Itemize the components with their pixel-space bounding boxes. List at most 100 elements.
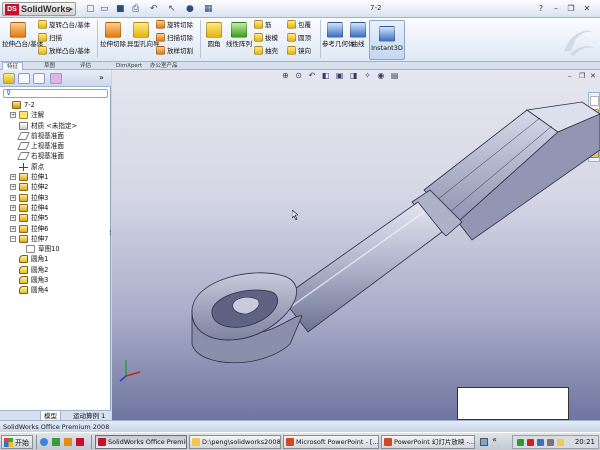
powerpoint-icon [286, 438, 294, 446]
tree-item[interactable]: − 拉伸7 [0, 234, 111, 244]
wrap-button[interactable]: 包覆 [287, 20, 311, 31]
hole-wizard-button[interactable]: 异型孔向导 [127, 22, 160, 48]
close-icon[interactable]: ✕ [581, 3, 593, 14]
dome-icon [287, 33, 296, 42]
tree-item[interactable]: 上视基准面 [0, 141, 111, 151]
swept-cut-button[interactable]: 扫描切除 [156, 33, 193, 44]
mirror-button[interactable]: 镜向 [287, 46, 311, 57]
taskbar-window-solidworks[interactable]: SolidWorks Office Premiu... [95, 435, 187, 449]
tree-item[interactable]: + 注解 [0, 110, 111, 120]
reference-geometry-icon [327, 22, 343, 38]
select-icon[interactable]: ↖ [168, 3, 176, 15]
tab-dimxpert[interactable]: DimXpert [112, 62, 146, 70]
graphics-area[interactable]: ⊕ ⊙ ↶ ◧ ▣ ◨ ✧ ◉ ▤ – ❐ ✕ [112, 70, 600, 420]
reference-geometry-button[interactable]: 参考几何体 [322, 22, 355, 48]
volume-icon[interactable] [537, 439, 544, 446]
quick-launch-media-icon[interactable] [64, 438, 72, 446]
tree-item[interactable]: 圆角1 [0, 254, 111, 264]
tree-item[interactable]: 材质 <未指定> [0, 121, 111, 131]
options-icon[interactable]: ▦ [204, 3, 213, 15]
help-icon[interactable]: ? [535, 3, 547, 14]
new-document-icon[interactable]: ▢ [86, 3, 95, 15]
collapse-icon[interactable]: − [10, 235, 16, 242]
feature-manager-tab-icon[interactable] [3, 73, 15, 84]
expand-icon[interactable]: + [10, 184, 16, 191]
start-button[interactable]: 开始 [1, 435, 33, 449]
restore-icon[interactable]: ❐ [565, 3, 577, 14]
tree-item[interactable]: 原点 [0, 162, 111, 172]
tray-app-icon[interactable] [557, 439, 564, 446]
tree-item[interactable]: + 拉伸3 [0, 193, 111, 203]
tree-item[interactable]: 7-2 [0, 100, 111, 110]
expand-icon[interactable]: + [10, 194, 16, 201]
dome-button[interactable]: 圆顶 [287, 33, 311, 44]
extruded-boss-button[interactable]: 拉伸凸台/基体 [2, 22, 43, 48]
tree-item[interactable]: 圆角4 [0, 285, 111, 295]
quick-launch-ie-icon[interactable] [40, 438, 48, 446]
tab-evaluate[interactable]: 评估 [76, 62, 95, 70]
extruded-cut-button[interactable]: 拉伸切除 [100, 22, 126, 48]
print-icon[interactable]: ⎙ [132, 3, 139, 15]
expand-icon[interactable]: + [10, 174, 16, 181]
taskbar-expand-icon[interactable]: « [492, 435, 497, 444]
extrude-icon [19, 173, 28, 182]
wrench-model[interactable] [112, 70, 600, 420]
language-bar-icon[interactable] [480, 438, 488, 446]
tree-filter-input[interactable]: ⊽ [3, 89, 108, 98]
part-icon [12, 101, 21, 109]
tree-item[interactable]: 草图10 [0, 244, 111, 254]
input-method-icon[interactable] [547, 439, 554, 446]
draft-button[interactable]: 拔模 [254, 33, 278, 44]
taskbar-window-slideshow[interactable]: PowerPoint 幻灯片放映 -... [381, 435, 475, 449]
fillet-button[interactable]: 圆角 [203, 22, 225, 48]
property-manager-tab-icon[interactable] [18, 73, 30, 84]
lofted-cut-button[interactable]: 放样切割 [156, 46, 193, 57]
tab-sketch[interactable]: 草图 [40, 62, 59, 70]
taskbar-window-powerpoint[interactable]: Microsoft PowerPoint - [... [283, 435, 379, 449]
tree-item[interactable]: + 拉伸1 [0, 172, 111, 182]
taskbar-window-folder[interactable]: D:\peng\solidworks2008 [189, 435, 281, 449]
security-icon[interactable] [527, 439, 534, 446]
network-icon[interactable] [517, 439, 524, 446]
rebuild-icon[interactable]: ● [186, 3, 194, 15]
lofted-boss-button[interactable]: 放样凸台/基体 [38, 46, 90, 57]
revolved-boss-button[interactable]: 旋转凸台/基体 [38, 20, 90, 31]
tree-item[interactable]: + 拉伸2 [0, 182, 111, 192]
revolved-cut-button[interactable]: 旋转切除 [156, 20, 193, 31]
curves-button[interactable]: 曲线 [349, 22, 367, 48]
rib-button[interactable]: 筋 [254, 20, 272, 31]
configuration-manager-tab-icon[interactable] [33, 73, 45, 84]
expand-icon[interactable]: + [10, 215, 16, 222]
origin-icon [19, 162, 28, 171]
tree-item[interactable]: 圆角2 [0, 265, 111, 275]
expand-panel-icon[interactable]: » [99, 73, 104, 82]
fillet-icon [206, 22, 222, 38]
swept-boss-button[interactable]: 扫描 [38, 33, 62, 44]
open-icon[interactable]: ▭ [100, 3, 109, 15]
minimize-icon[interactable]: – [550, 3, 562, 14]
tab-office-products[interactable]: 办公室产品 [146, 62, 182, 70]
save-icon[interactable]: ■ [116, 3, 125, 15]
instant3d-button[interactable]: Instant3D [369, 20, 405, 60]
expand-icon[interactable]: + [10, 204, 16, 211]
lofted-boss-icon [38, 46, 47, 55]
solidworks-menu-button[interactable]: DS SolidWorks ▸ [2, 2, 76, 16]
dimxpert-manager-tab-icon[interactable] [50, 73, 62, 84]
expand-icon[interactable]: + [10, 225, 16, 232]
shell-button[interactable]: 抽壳 [254, 46, 278, 57]
linear-pattern-button[interactable]: 线性阵列 [226, 22, 252, 48]
tree-item-label: 拉伸2 [31, 183, 49, 192]
tab-features[interactable]: 特征 [2, 62, 24, 70]
tree-item[interactable]: 右视基准面 [0, 151, 111, 161]
tree-item[interactable]: 前视基准面 [0, 131, 111, 141]
tree-item[interactable]: 圆角3 [0, 275, 111, 285]
expand-icon[interactable]: + [10, 112, 16, 119]
quick-launch-desktop-icon[interactable] [52, 438, 60, 446]
tree-item[interactable]: + 拉伸6 [0, 224, 111, 234]
tree-item[interactable]: + 拉伸4 [0, 203, 111, 213]
lofted-cut-icon [156, 46, 165, 55]
quick-launch-solidworks-icon[interactable] [76, 438, 84, 446]
material-icon [19, 121, 28, 130]
undo-icon[interactable]: ↶ [150, 3, 158, 15]
tree-item[interactable]: + 拉伸5 [0, 213, 111, 223]
